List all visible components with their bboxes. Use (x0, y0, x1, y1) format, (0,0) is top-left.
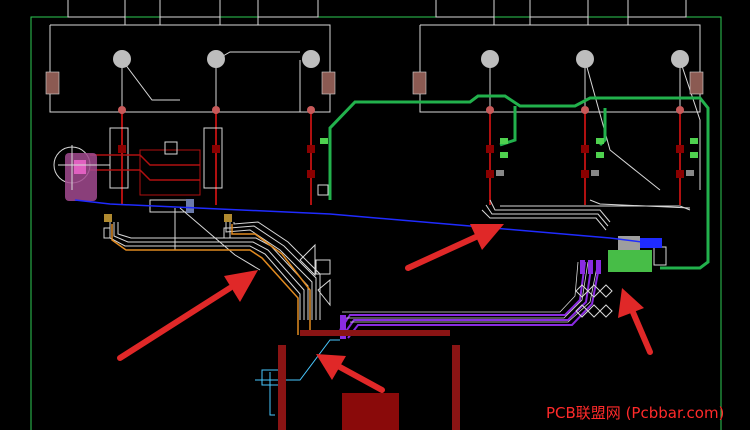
watermark-text: PCB联盟网 (Pcbbar.com) (546, 404, 725, 422)
pink-pad-component (53, 145, 110, 201)
cyan-trace (255, 339, 340, 416)
right-connector-silkscreen (419, 0, 701, 191)
mounting-holes (113, 50, 689, 68)
arrow-center-bottom (316, 354, 385, 393)
board-outline (30, 16, 722, 430)
arrow-left-bus (117, 270, 258, 361)
red-pads (118, 145, 684, 178)
bus-white-overlay (342, 261, 599, 323)
arrow-right-connector (618, 288, 653, 355)
annotation-arrows (117, 224, 653, 393)
left-bus-traces (109, 207, 321, 320)
left-component-cluster (90, 127, 232, 239)
left-connector-silkscreen (49, 0, 331, 113)
left-bus-orange (111, 224, 311, 335)
pcb-board-view[interactable] (0, 0, 750, 430)
purple-bus-traces (339, 261, 601, 339)
arrow-right-bus (405, 224, 504, 271)
purple-vias (340, 260, 601, 339)
pcb-layout-canvas[interactable] (0, 0, 750, 430)
